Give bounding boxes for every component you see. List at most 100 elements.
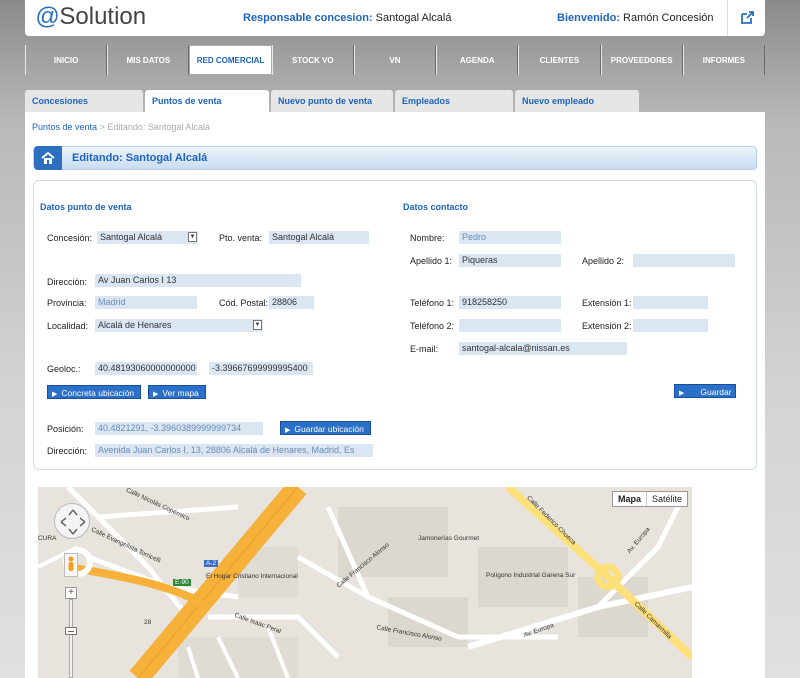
guardar-button[interactable]: ▶ Guardar — [674, 384, 736, 398]
map-type-mapa-button[interactable]: Mapa — [613, 492, 647, 506]
apellido2-label: Apellido 2: — [582, 256, 625, 266]
tab-empleados[interactable]: Empleados — [395, 90, 513, 112]
direccion2-label: Dirección: — [47, 446, 88, 456]
main-nav: INICIO MIS DATOS RED COMERCIAL STOCK VO … — [25, 44, 765, 76]
nav-red-comercial[interactable]: RED COMERCIAL — [189, 45, 272, 75]
map-type-satelite-button[interactable]: Satélite — [647, 492, 687, 506]
logo-at: @ — [35, 3, 60, 30]
top-header: @Solution Responsable concesion: Santoga… — [25, 0, 765, 36]
tab-nuevo-empleado[interactable]: Nuevo empleado — [515, 90, 639, 112]
cp-label: Cód. Postal: — [219, 298, 269, 308]
direccion2-input[interactable]: Avenida Juan Carlos I, 13, 28806 Alcalá … — [95, 444, 373, 457]
map-label: El Hogar Cristiano Internacional — [206, 573, 298, 580]
apellido2-input[interactable] — [633, 254, 735, 267]
nav-proveedores[interactable]: PROVEEDORES — [600, 45, 683, 75]
home-icon — [41, 152, 55, 164]
email-input[interactable]: santogal-alcala@nissan.es — [459, 342, 627, 355]
welcome-value: Ramón Concesión — [623, 12, 714, 24]
localidad-select[interactable]: Alcalá de Henares ▼ — [95, 319, 263, 332]
map-label: 28 — [144, 619, 152, 626]
localidad-value: Alcalá de Henares — [98, 320, 172, 330]
provincia-label: Provincia: — [47, 298, 87, 308]
telefono2-label: Teléfono 2: — [410, 321, 455, 331]
play-icon: ▶ — [285, 427, 291, 434]
concesion-value: Santogal Alcalá — [100, 232, 163, 242]
form-panel: Datos punto de venta Concesión: Santogal… — [33, 180, 757, 470]
telefono1-input[interactable]: 918258250 — [459, 296, 561, 309]
plus-icon: + — [68, 587, 74, 598]
map-label: Jamonerías Gourmet — [418, 535, 480, 542]
location-map[interactable]: Calle Nicolás Copérnico CURA Calle Evang… — [38, 487, 692, 678]
edit-title-bar: Editando: Santogal Alcalá — [33, 146, 757, 170]
external-link-button[interactable] — [727, 0, 765, 36]
concreta-ubicacion-button[interactable]: ▶ Concreta ubicación — [47, 385, 142, 399]
breadcrumb-link[interactable]: Puntos de venta — [32, 122, 97, 132]
map-label: CURA — [38, 535, 57, 542]
breadcrumb: Puntos de venta > Editando: Santogal Alc… — [32, 122, 210, 132]
nav-informes[interactable]: INFORMES — [682, 45, 765, 75]
ptoventa-label: Pto. venta: — [219, 233, 263, 243]
extension2-input[interactable] — [633, 319, 708, 332]
guardar-ubicacion-label: Guardar ubicación — [294, 424, 364, 434]
geoloc-lng-input[interactable]: -3.39667699999995400 — [209, 362, 313, 375]
telefono1-label: Teléfono 1: — [410, 298, 455, 308]
direccion-label: Dirección: — [47, 277, 88, 287]
datos-contacto-title: Datos contacto — [403, 202, 469, 212]
posicion-label: Posición: — [47, 424, 84, 434]
welcome-info: Bienvenido: Ramón Concesión — [557, 12, 714, 24]
nav-stock-vo[interactable]: STOCK VO — [271, 45, 354, 75]
street-view-pegman-icon[interactable] — [64, 553, 78, 577]
guardar-ubicacion-button[interactable]: ▶ Guardar ubicación — [280, 421, 371, 435]
zoom-in-button[interactable]: + — [65, 587, 77, 599]
apellido1-input[interactable]: Piqueras — [459, 254, 561, 267]
guardar-label: Guardar — [700, 387, 732, 397]
concesion-select[interactable]: Santogal Alcalá ▼ — [97, 231, 198, 244]
ver-mapa-button[interactable]: ▶ Ver mapa — [148, 385, 206, 399]
chevron-down-icon: ▼ — [253, 320, 262, 330]
breadcrumb-current: Editando: Santogal Alcalá — [107, 122, 210, 132]
nav-inicio[interactable]: INICIO — [25, 45, 108, 75]
posicion-input[interactable]: 40.4821291, -3.3960389999999734 — [95, 422, 263, 435]
chevron-down-icon: ▼ — [188, 232, 197, 242]
app-logo[interactable]: @Solution — [35, 3, 146, 31]
zoom-slider-track[interactable] — [69, 599, 73, 678]
map-label: Polígono Industrial Garena Sur — [486, 572, 576, 579]
zoom-slider-handle[interactable] — [65, 627, 77, 635]
ver-mapa-label: Ver mapa — [162, 388, 199, 398]
cp-input[interactable]: 28806 — [269, 296, 314, 309]
map-label: A-2 — [204, 560, 219, 567]
play-icon: ▶ — [153, 391, 159, 398]
subtabs: Concesiones Puntos de venta Nuevo punto … — [25, 90, 641, 112]
map-type-control: Mapa Satélite — [611, 491, 688, 507]
home-icon-box — [34, 146, 62, 170]
nav-clientes[interactable]: CLIENTES — [518, 45, 601, 75]
datos-pv-title: Datos punto de venta — [40, 202, 132, 212]
page-title: Editando: Santogal Alcalá — [72, 152, 208, 164]
concreta-ubicacion-label: Concreta ubicación — [61, 388, 135, 398]
welcome-label: Bienvenido: — [557, 12, 620, 24]
extension2-label: Extensión 2: — [582, 321, 632, 331]
map-roads — [38, 487, 692, 678]
nombre-input[interactable]: Pedro — [459, 231, 561, 244]
nav-mis-datos[interactable]: MIS DATOS — [107, 45, 190, 75]
tab-concesiones[interactable]: Concesiones — [25, 90, 143, 112]
breadcrumb-sep: > — [97, 122, 108, 132]
responsable-label: Responsable concesion: — [243, 12, 373, 24]
main-content: Puntos de venta > Editando: Santogal Alc… — [25, 112, 765, 678]
provincia-input[interactable]: Madrid — [95, 296, 197, 309]
concesion-label: Concesión: — [47, 233, 93, 243]
nav-vn[interactable]: VN — [353, 45, 437, 75]
map-pan-control[interactable] — [54, 503, 90, 539]
tab-nuevo-punto-venta[interactable]: Nuevo punto de venta — [271, 90, 393, 112]
telefono2-input[interactable] — [459, 319, 561, 332]
play-icon: ▶ — [679, 390, 685, 397]
pan-arrows-icon — [60, 509, 86, 535]
geoloc-lat-input[interactable]: 40.48193060000000000 — [95, 362, 197, 375]
external-link-icon — [740, 11, 754, 24]
nav-agenda[interactable]: AGENDA — [436, 45, 519, 75]
ptoventa-input[interactable]: Santogal Alcalá — [269, 231, 369, 244]
extension1-input[interactable] — [633, 296, 708, 309]
tab-puntos-de-venta[interactable]: Puntos de venta — [145, 90, 269, 112]
direccion-input[interactable]: Av Juan Carlos I 13 — [95, 274, 301, 287]
map-label: E-90 — [173, 579, 191, 586]
